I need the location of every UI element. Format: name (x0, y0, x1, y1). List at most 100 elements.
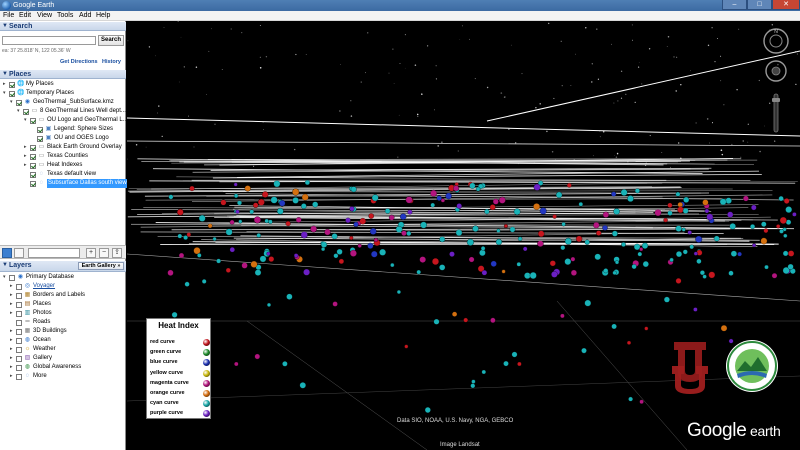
expand-arrow-icon[interactable]: ▸ (24, 161, 29, 170)
visibility-checkbox[interactable] (37, 127, 43, 133)
search-button[interactable]: Search (98, 35, 124, 46)
close-button[interactable]: ✕ (772, 0, 800, 10)
expand-arrow-icon[interactable]: ▸ (10, 300, 15, 309)
visibility-checkbox[interactable] (16, 329, 22, 335)
visibility-checkbox[interactable] (9, 82, 15, 88)
visibility-checkbox[interactable] (16, 311, 22, 317)
collapse-arrow-icon[interactable]: ▾ (17, 107, 22, 116)
search-panel-header[interactable]: ▼ Search (0, 22, 126, 31)
layers-item-row[interactable]: ▸ ▦ 3D Buildings (0, 327, 126, 336)
visibility-checkbox[interactable] (16, 284, 22, 290)
get-directions-link[interactable]: Get Directions (60, 59, 98, 65)
visibility-checkbox[interactable] (30, 181, 36, 187)
star (560, 40, 562, 42)
layers-item-row[interactable]: ▸ ▥ Photos (0, 309, 126, 318)
places-item-row[interactable]: ▾ ◉ GeoThermal_SubSurface.kmz (0, 98, 126, 107)
well-sphere (404, 344, 409, 349)
expand-arrow-icon[interactable]: ▸ (10, 363, 15, 372)
visibility-checkbox[interactable] (9, 275, 15, 281)
places-item-row[interactable]: ◌ Texas default view (0, 170, 126, 179)
places-item-row[interactable]: ▸ 🌐 My Places (0, 80, 126, 89)
layers-item-label: Roads (33, 319, 51, 325)
layers-item-row[interactable]: ═ Roads (0, 318, 126, 327)
expand-arrow-icon[interactable]: ▸ (10, 372, 15, 381)
zoom-slider-handle-icon[interactable] (772, 98, 780, 102)
maximize-button[interactable]: □ (747, 0, 772, 10)
visibility-checkbox[interactable] (30, 145, 36, 151)
history-link[interactable]: History (102, 59, 121, 65)
collapse-arrow-icon[interactable]: ▾ (10, 98, 15, 107)
visibility-checkbox[interactable] (16, 374, 22, 380)
layers-panel-header[interactable]: ▼ Layers Earth Gallery » (0, 261, 126, 272)
visibility-checkbox[interactable] (30, 118, 36, 124)
well-sphere (285, 221, 291, 227)
menu-edit[interactable]: Edit (19, 12, 31, 20)
visibility-checkbox[interactable] (9, 91, 15, 97)
expand-arrow-icon[interactable]: ▸ (3, 80, 8, 89)
expand-arrow-icon[interactable]: ▸ (10, 309, 15, 318)
visibility-checkbox[interactable] (37, 136, 43, 142)
share-icon[interactable]: ⇪ (112, 248, 122, 258)
expand-arrow-icon[interactable]: ▸ (24, 152, 29, 161)
expand-arrow-icon[interactable]: ▸ (10, 291, 15, 300)
earth-3d-view[interactable]: N Heat Index red curve green curve blue cu… (127, 21, 800, 450)
collapse-arrow-icon[interactable]: ▾ (3, 89, 8, 98)
visibility-checkbox[interactable] (16, 365, 22, 371)
visibility-checkbox[interactable] (16, 356, 22, 362)
expand-arrow-icon[interactable]: ▸ (10, 354, 15, 363)
navigation-control[interactable]: N (761, 26, 791, 136)
visibility-checkbox[interactable] (16, 338, 22, 344)
layers-item-row[interactable]: ▸ ▤ Places (0, 300, 126, 309)
layers-item-row[interactable]: ▸ ◌ More (0, 372, 126, 381)
menu-help[interactable]: Help (96, 12, 110, 20)
places-item-row[interactable]: ▾ 🌐 Temporary Places (0, 89, 126, 98)
visibility-checkbox[interactable] (16, 347, 22, 353)
north-indicator-icon[interactable]: N (774, 29, 778, 35)
layers-item-row[interactable]: ▸ ◍ Global Awareness (0, 363, 126, 372)
search-places-icon[interactable] (2, 248, 12, 258)
places-item-row[interactable]: ◌ Subsurface Dallas south view (0, 179, 128, 188)
places-item-row[interactable]: ▸ ▭ Heat Indexes (0, 161, 126, 170)
minimize-button[interactable]: – (722, 0, 747, 10)
places-panel-header[interactable]: ▼ Places (0, 70, 126, 79)
menu-tools[interactable]: Tools (57, 12, 73, 20)
places-filter-field[interactable] (28, 248, 80, 258)
layers-item-row[interactable]: ▸ ◍ Ocean (0, 336, 126, 345)
layers-item-row[interactable]: ▸ ◎ Voyager (0, 282, 126, 291)
places-item-row[interactable]: ▸ ▭ Black Earth Ground Overlay (0, 143, 126, 152)
expand-arrow-icon[interactable]: ▸ (10, 345, 15, 354)
collapse-arrow-icon[interactable]: ▾ (24, 116, 29, 125)
expand-arrow-icon[interactable]: ▸ (10, 327, 15, 336)
layers-item-row[interactable]: ▸ ▦ Borders and Labels (0, 291, 126, 300)
visibility-checkbox[interactable] (16, 302, 22, 308)
menu-file[interactable]: File (3, 12, 14, 20)
visibility-checkbox[interactable] (16, 293, 22, 299)
well-sphere (303, 268, 310, 276)
expand-arrow-icon[interactable]: ▸ (24, 143, 29, 152)
visibility-checkbox[interactable] (16, 320, 22, 326)
panel-toggle-icon[interactable] (14, 248, 24, 258)
expand-arrow-icon[interactable]: ▸ (10, 336, 15, 345)
search-input[interactable] (2, 36, 96, 45)
places-item-row[interactable]: ▾ ▭ OU Logo and GeoThermal L... (0, 116, 128, 125)
visibility-checkbox[interactable] (23, 109, 29, 115)
collapse-arrow-icon[interactable]: ▾ (3, 273, 8, 282)
visibility-checkbox[interactable] (30, 154, 36, 160)
places-item-row[interactable]: ▸ ▭ Texas Counties (0, 152, 126, 161)
layers-item-row[interactable]: ▸ ▧ Gallery (0, 354, 126, 363)
add-icon[interactable]: + (86, 248, 96, 258)
places-item-row[interactable]: ▾ ▭ 8 GeoThermal Lines Well dept... (0, 107, 126, 116)
places-item-row[interactable]: ▣ OU and OGES Logo (0, 134, 126, 143)
menu-add[interactable]: Add (79, 12, 91, 20)
places-item-row[interactable]: ▣ Legend: Sphere Sizes (0, 125, 126, 134)
menu-view[interactable]: View (37, 12, 52, 20)
visibility-checkbox[interactable] (30, 172, 36, 178)
expand-arrow-icon[interactable]: ▸ (10, 282, 15, 291)
visibility-checkbox[interactable] (30, 163, 36, 169)
earth-gallery-button[interactable]: Earth Gallery » (78, 262, 124, 270)
visibility-checkbox[interactable] (16, 100, 22, 106)
layers-item-row[interactable]: ▾ ◉ Primary Database (0, 273, 126, 282)
remove-icon[interactable]: − (99, 248, 109, 258)
layers-item-row[interactable]: ▸ ☼ Weather (0, 345, 126, 354)
well-sphere (584, 299, 592, 307)
